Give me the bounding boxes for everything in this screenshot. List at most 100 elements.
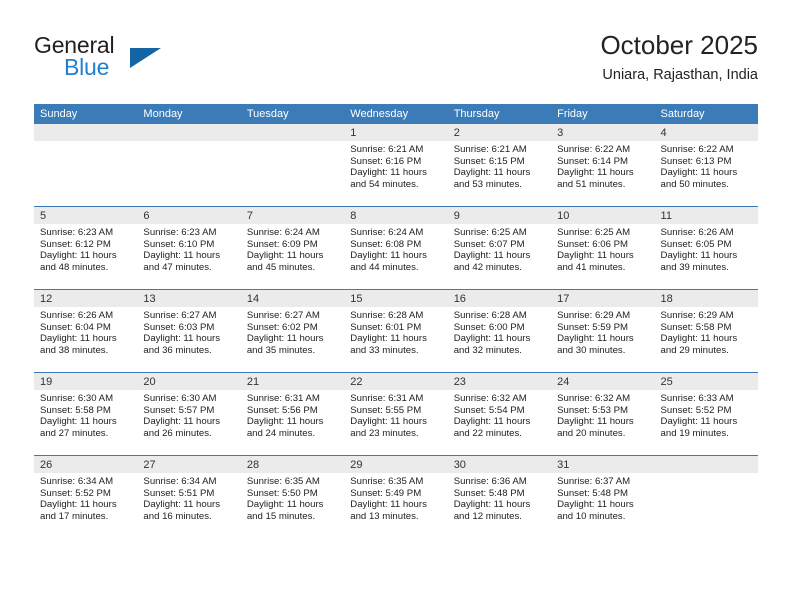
day-cell[interactable]: 24 Sunrise: 6:32 AM Sunset: 5:53 PM Dayligh… (551, 373, 655, 455)
day-cell[interactable]: 6 Sunrise: 6:23 AM Sunset: 6:10 PM Daylight… (137, 207, 241, 289)
day-cell[interactable]: 13 Sunrise: 6:27 AM Sunset: 6:03 PM Dayligh… (137, 290, 241, 372)
day-cell[interactable]: 28 Sunrise: 6:35 AM Sunset: 5:50 PM Dayligh… (240, 456, 345, 538)
calendar-day-cell[interactable]: 26 Sunrise: 6:34 AM Sunset: 5:52 PM Dayligh… (34, 455, 138, 538)
day-sun-info: Sunrise: 6:21 AM Sunset: 6:15 PM Daylight:… (448, 141, 551, 190)
day-cell[interactable]: 31 Sunrise: 6:37 AM Sunset: 5:48 PM Dayligh… (551, 456, 655, 538)
day-cell[interactable]: 5 Sunrise: 6:23 AM Sunset: 6:12 PM Daylight… (34, 207, 138, 289)
sunset-time: Sunset: 6:07 PM (453, 238, 525, 250)
calendar-day-cell[interactable]: 4 Sunrise: 6:22 AM Sunset: 6:13 PM Daylight… (654, 124, 758, 207)
daylight-duration-line2: and 24 minutes. (246, 427, 316, 439)
daylight-duration-line2: and 36 minutes. (143, 344, 212, 356)
calendar-day-cell[interactable]: 13 Sunrise: 6:27 AM Sunset: 6:03 PM Dayligh… (137, 289, 241, 373)
day-cell[interactable]: 20 Sunrise: 6:30 AM Sunset: 5:57 PM Dayligh… (137, 373, 241, 455)
day-cell[interactable]: 14 Sunrise: 6:27 AM Sunset: 6:02 PM Dayligh… (240, 290, 345, 372)
calendar-day-cell[interactable] (240, 124, 345, 207)
calendar-day-cell[interactable]: 12 Sunrise: 6:26 AM Sunset: 6:04 PM Dayligh… (34, 289, 138, 373)
day-cell[interactable]: 7 Sunrise: 6:24 AM Sunset: 6:09 PM Daylight… (240, 207, 345, 289)
calendar-day-cell[interactable] (137, 124, 241, 207)
calendar-day-cell[interactable]: 9 Sunrise: 6:25 AM Sunset: 6:07 PM Daylight… (447, 206, 552, 290)
daylight-duration-line2: and 47 minutes. (143, 261, 212, 273)
calendar-day-cell[interactable]: 5 Sunrise: 6:23 AM Sunset: 6:12 PM Daylight… (34, 206, 138, 290)
day-cell[interactable]: 1 Sunrise: 6:21 AM Sunset: 6:16 PM Daylight… (344, 124, 448, 206)
sunset-time: Sunset: 5:59 PM (557, 321, 629, 333)
calendar-day-cell[interactable]: 27 Sunrise: 6:34 AM Sunset: 5:51 PM Dayligh… (137, 455, 241, 538)
calendar-day-cell[interactable]: 25 Sunrise: 6:33 AM Sunset: 5:52 PM Dayligh… (654, 372, 758, 456)
sunrise-time: Sunrise: 6:31 AM (246, 393, 320, 404)
daylight-duration-line2: and 35 minutes. (246, 344, 316, 356)
daylight-duration-line2: and 13 minutes. (350, 510, 419, 522)
calendar-day-cell[interactable]: 2 Sunrise: 6:21 AM Sunset: 6:15 PM Daylight… (447, 124, 552, 207)
calendar-day-cell[interactable]: 8 Sunrise: 6:24 AM Sunset: 6:08 PM Daylight… (344, 206, 448, 290)
day-cell[interactable]: 25 Sunrise: 6:33 AM Sunset: 5:52 PM Dayligh… (654, 373, 758, 455)
calendar-day-cell[interactable]: 15 Sunrise: 6:28 AM Sunset: 6:01 PM Dayligh… (344, 289, 448, 373)
day-cell[interactable]: 2 Sunrise: 6:21 AM Sunset: 6:15 PM Daylight… (447, 124, 552, 206)
logo-text-blue: Blue (64, 54, 110, 80)
day-cell[interactable]: 17 Sunrise: 6:29 AM Sunset: 5:59 PM Dayligh… (551, 290, 655, 372)
calendar-day-cell[interactable]: 17 Sunrise: 6:29 AM Sunset: 5:59 PM Dayligh… (551, 289, 655, 373)
day-cell[interactable]: 29 Sunrise: 6:35 AM Sunset: 5:49 PM Dayligh… (344, 456, 448, 538)
weekday-header-tuesday: Tuesday (240, 104, 345, 124)
weekday-header-wednesday: Wednesday (344, 104, 448, 124)
day-cell[interactable]: 9 Sunrise: 6:25 AM Sunset: 6:07 PM Daylight… (447, 207, 552, 289)
calendar-day-cell[interactable]: 23 Sunrise: 6:32 AM Sunset: 5:54 PM Dayligh… (447, 372, 552, 456)
day-cell[interactable]: 30 Sunrise: 6:36 AM Sunset: 5:48 PM Dayligh… (447, 456, 552, 538)
calendar-day-cell[interactable]: 24 Sunrise: 6:32 AM Sunset: 5:53 PM Dayligh… (551, 372, 655, 456)
day-cell[interactable]: 18 Sunrise: 6:29 AM Sunset: 5:58 PM Dayligh… (654, 290, 758, 372)
day-cell[interactable]: 4 Sunrise: 6:22 AM Sunset: 6:13 PM Daylight… (654, 124, 758, 206)
calendar-day-cell[interactable]: 11 Sunrise: 6:26 AM Sunset: 6:05 PM Dayligh… (654, 206, 758, 290)
calendar-day-cell[interactable]: 22 Sunrise: 6:31 AM Sunset: 5:55 PM Dayligh… (344, 372, 448, 456)
calendar-day-cell[interactable]: 18 Sunrise: 6:29 AM Sunset: 5:58 PM Dayligh… (654, 289, 758, 373)
sunrise-time: Sunrise: 6:37 AM (557, 476, 631, 487)
sunrise-time: Sunrise: 6:25 AM (557, 227, 631, 238)
day-number (654, 456, 758, 473)
sunset-time: Sunset: 5:50 PM (246, 487, 318, 499)
calendar-week-row: 19 Sunrise: 6:30 AM Sunset: 5:58 PM Dayligh… (34, 372, 758, 456)
calendar-day-cell[interactable] (654, 455, 758, 538)
day-number (137, 124, 241, 141)
calendar-day-cell[interactable]: 19 Sunrise: 6:30 AM Sunset: 5:58 PM Dayligh… (34, 372, 138, 456)
calendar-day-cell[interactable]: 16 Sunrise: 6:28 AM Sunset: 6:00 PM Dayligh… (447, 289, 552, 373)
calendar-day-cell[interactable]: 14 Sunrise: 6:27 AM Sunset: 6:02 PM Dayligh… (240, 289, 345, 373)
calendar-day-cell[interactable]: 7 Sunrise: 6:24 AM Sunset: 6:09 PM Daylight… (240, 206, 345, 290)
calendar-day-cell[interactable]: 30 Sunrise: 6:36 AM Sunset: 5:48 PM Dayligh… (447, 455, 552, 538)
sunset-time: Sunset: 5:54 PM (453, 404, 525, 416)
calendar-day-cell[interactable]: 31 Sunrise: 6:37 AM Sunset: 5:48 PM Dayligh… (551, 455, 655, 538)
day-number: 27 (137, 456, 241, 473)
day-cell[interactable]: 22 Sunrise: 6:31 AM Sunset: 5:55 PM Dayligh… (344, 373, 448, 455)
day-cell[interactable]: 26 Sunrise: 6:34 AM Sunset: 5:52 PM Dayligh… (34, 456, 138, 538)
general-blue-logo[interactable]: General Blue (34, 32, 264, 90)
calendar-day-cell[interactable]: 6 Sunrise: 6:23 AM Sunset: 6:10 PM Daylight… (137, 206, 241, 290)
day-cell[interactable]: 15 Sunrise: 6:28 AM Sunset: 6:01 PM Dayligh… (344, 290, 448, 372)
calendar-day-cell[interactable] (34, 124, 138, 207)
sunrise-time: Sunrise: 6:34 AM (40, 476, 114, 487)
day-number: 19 (34, 373, 138, 390)
day-number: 17 (551, 290, 655, 307)
daylight-duration-line2: and 38 minutes. (40, 344, 109, 356)
daylight-duration-line2: and 10 minutes. (557, 510, 626, 522)
day-cell[interactable]: 10 Sunrise: 6:25 AM Sunset: 6:06 PM Dayligh… (551, 207, 655, 289)
calendar-day-cell[interactable]: 10 Sunrise: 6:25 AM Sunset: 6:06 PM Dayligh… (551, 206, 655, 290)
weekday-header-row: Sunday Monday Tuesday Wednesday Thursday… (34, 104, 758, 124)
day-number: 30 (447, 456, 552, 473)
day-cell[interactable]: 19 Sunrise: 6:30 AM Sunset: 5:58 PM Dayligh… (34, 373, 138, 455)
day-cell[interactable]: 11 Sunrise: 6:26 AM Sunset: 6:05 PM Dayligh… (654, 207, 758, 289)
calendar-day-cell[interactable]: 1 Sunrise: 6:21 AM Sunset: 6:16 PM Daylight… (344, 124, 448, 207)
day-cell[interactable]: 21 Sunrise: 6:31 AM Sunset: 5:56 PM Dayligh… (240, 373, 345, 455)
day-cell[interactable]: 27 Sunrise: 6:34 AM Sunset: 5:51 PM Dayligh… (137, 456, 241, 538)
calendar-day-cell[interactable]: 28 Sunrise: 6:35 AM Sunset: 5:50 PM Dayligh… (240, 455, 345, 538)
day-cell[interactable]: 12 Sunrise: 6:26 AM Sunset: 6:04 PM Dayligh… (34, 290, 138, 372)
day-cell[interactable]: 23 Sunrise: 6:32 AM Sunset: 5:54 PM Dayligh… (447, 373, 552, 455)
sunrise-time: Sunrise: 6:23 AM (143, 227, 217, 238)
weekday-header-saturday: Saturday (654, 104, 758, 124)
sunrise-time: Sunrise: 6:26 AM (660, 227, 734, 238)
day-cell[interactable]: 16 Sunrise: 6:28 AM Sunset: 6:00 PM Dayligh… (447, 290, 552, 372)
day-cell[interactable]: 8 Sunrise: 6:24 AM Sunset: 6:08 PM Daylight… (344, 207, 448, 289)
daylight-duration-line1: Daylight: 11 hours (143, 250, 221, 262)
calendar-day-cell[interactable]: 20 Sunrise: 6:30 AM Sunset: 5:57 PM Dayligh… (137, 372, 241, 456)
day-number: 12 (34, 290, 138, 307)
calendar-day-cell[interactable]: 3 Sunrise: 6:22 AM Sunset: 6:14 PM Daylight… (551, 124, 655, 207)
day-number: 3 (551, 124, 655, 141)
calendar-day-cell[interactable]: 29 Sunrise: 6:35 AM Sunset: 5:49 PM Dayligh… (344, 455, 448, 538)
day-cell[interactable]: 3 Sunrise: 6:22 AM Sunset: 6:14 PM Daylight… (551, 124, 655, 206)
calendar-day-cell[interactable]: 21 Sunrise: 6:31 AM Sunset: 5:56 PM Dayligh… (240, 372, 345, 456)
